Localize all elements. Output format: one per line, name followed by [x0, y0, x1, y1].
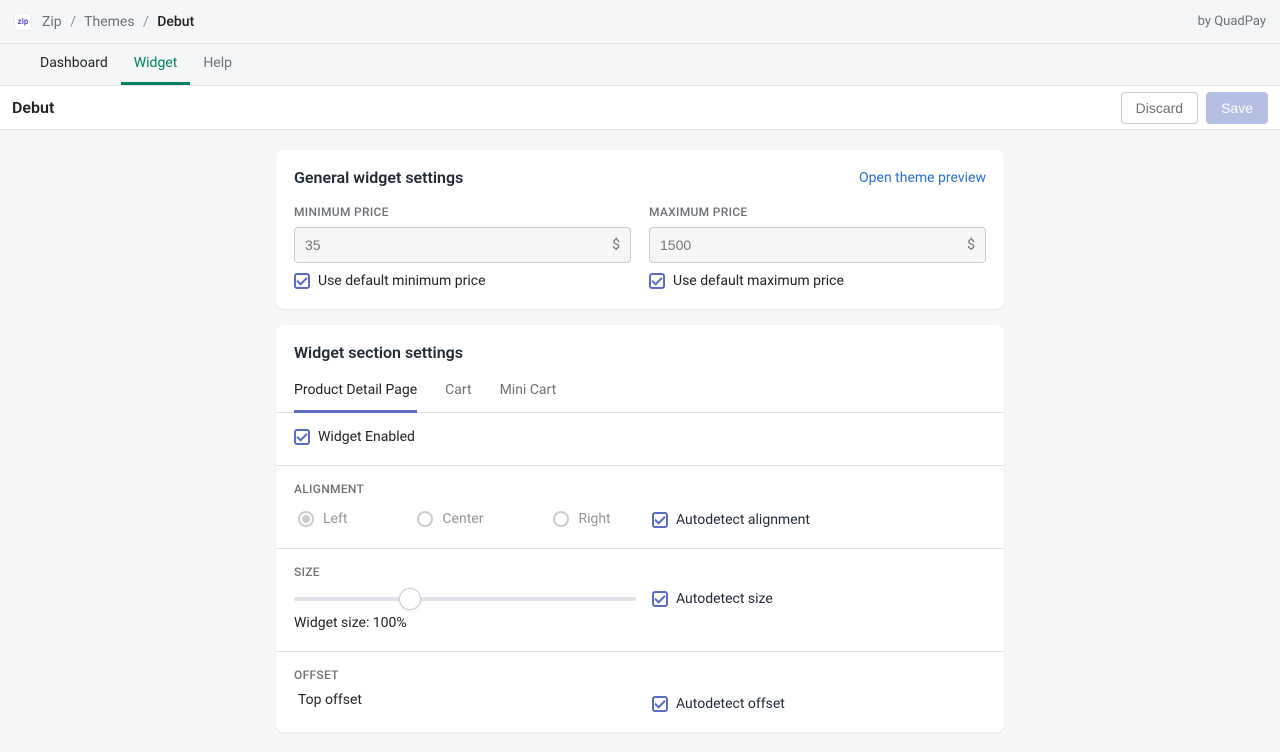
open-theme-preview-link[interactable]: Open theme preview	[859, 170, 986, 186]
page-title: Debut	[12, 98, 54, 117]
widget-enabled-checkbox[interactable]	[294, 429, 310, 445]
widget-enabled-label: Widget Enabled	[318, 429, 415, 445]
offset-heading: Offset	[294, 668, 986, 682]
currency-suffix: $	[612, 237, 620, 253]
alignment-right-radio[interactable]	[553, 511, 569, 527]
breadcrumb-separator: /	[70, 14, 76, 30]
save-button[interactable]: Save	[1206, 92, 1268, 124]
use-default-max-checkbox[interactable]	[649, 273, 665, 289]
alignment-left-radio[interactable]	[298, 511, 314, 527]
alignment-block: Alignment Left Center Right	[276, 466, 1004, 549]
use-default-min-label: Use default minimum price	[318, 273, 486, 289]
tab-dashboard[interactable]: Dashboard	[40, 44, 121, 85]
alignment-right-label: Right	[578, 511, 610, 527]
widget-enabled-block: Widget Enabled	[276, 413, 1004, 466]
autodetect-alignment-label: Autodetect alignment	[676, 512, 810, 528]
breadcrumb-zip[interactable]: Zip	[42, 14, 62, 30]
minimum-price-label: Minimum price	[294, 205, 631, 219]
alignment-center-label: Center	[442, 511, 483, 527]
autodetect-size-label: Autodetect size	[676, 591, 773, 607]
section-heading: Widget section settings	[294, 343, 986, 362]
maximum-price-input[interactable]	[660, 237, 967, 253]
general-heading: General widget settings	[294, 168, 463, 187]
brand-logo: zip	[14, 13, 32, 31]
breadcrumb: Zip / Themes / Debut	[42, 14, 194, 30]
autodetect-offset-checkbox[interactable]	[652, 696, 668, 712]
card-general-settings: General widget settings Open theme previ…	[276, 150, 1004, 309]
card-section-settings: Widget section settings Product Detail P…	[276, 325, 1004, 732]
maximum-price-field[interactable]: $	[649, 227, 986, 263]
minimum-price-field[interactable]: $	[294, 227, 631, 263]
autodetect-offset-label: Autodetect offset	[676, 696, 785, 712]
tab-help[interactable]: Help	[190, 44, 245, 85]
size-block: Size Widget size: 100% Autodetect size	[276, 549, 1004, 652]
size-slider[interactable]	[294, 597, 636, 601]
tab-mini-cart[interactable]: Mini Cart	[500, 372, 557, 413]
alignment-center-radio[interactable]	[417, 511, 433, 527]
size-caption: Widget size: 100%	[294, 615, 636, 631]
alignment-left-label: Left	[323, 511, 347, 527]
size-slider-thumb[interactable]	[399, 588, 421, 610]
nav-tabs: Dashboard Widget Help	[0, 44, 1280, 86]
autodetect-alignment-checkbox[interactable]	[652, 512, 668, 528]
currency-suffix: $	[967, 237, 975, 253]
breadcrumb-separator: /	[143, 14, 149, 30]
minimum-price-input[interactable]	[305, 237, 612, 253]
topbar: zip Zip / Themes / Debut by QuadPay	[0, 0, 1280, 44]
offset-block: Offset Top offset Autodetect offset	[276, 652, 1004, 732]
alignment-heading: Alignment	[294, 482, 986, 496]
maximum-price-label: Maximum price	[649, 205, 986, 219]
breadcrumb-themes[interactable]: Themes	[84, 14, 134, 30]
breadcrumb-current: Debut	[157, 14, 194, 30]
top-offset-label: Top offset	[294, 692, 636, 708]
tab-widget[interactable]: Widget	[121, 44, 191, 85]
use-default-min-checkbox[interactable]	[294, 273, 310, 289]
alignment-radio-group: Left Center Right	[294, 511, 652, 527]
titlebar: Debut Discard Save	[0, 86, 1280, 130]
tab-product-detail-page[interactable]: Product Detail Page	[294, 372, 417, 413]
byline: by QuadPay	[1198, 14, 1266, 29]
size-heading: Size	[294, 565, 986, 579]
tab-cart[interactable]: Cart	[445, 372, 471, 413]
autodetect-size-checkbox[interactable]	[652, 591, 668, 607]
use-default-max-label: Use default maximum price	[673, 273, 844, 289]
discard-button[interactable]: Discard	[1121, 92, 1198, 124]
section-tabs: Product Detail Page Cart Mini Cart	[276, 372, 1004, 413]
